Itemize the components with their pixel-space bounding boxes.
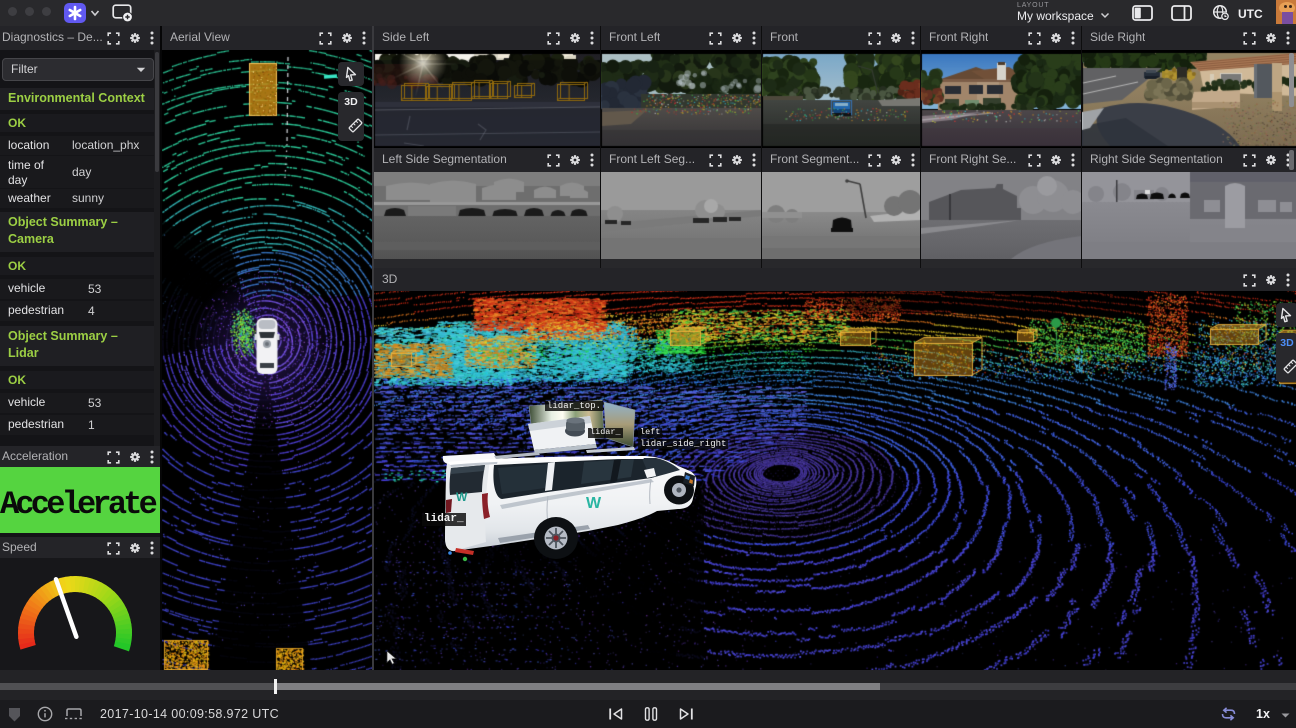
svg-text:W: W <box>586 495 602 512</box>
svg-text:W: W <box>456 490 468 504</box>
